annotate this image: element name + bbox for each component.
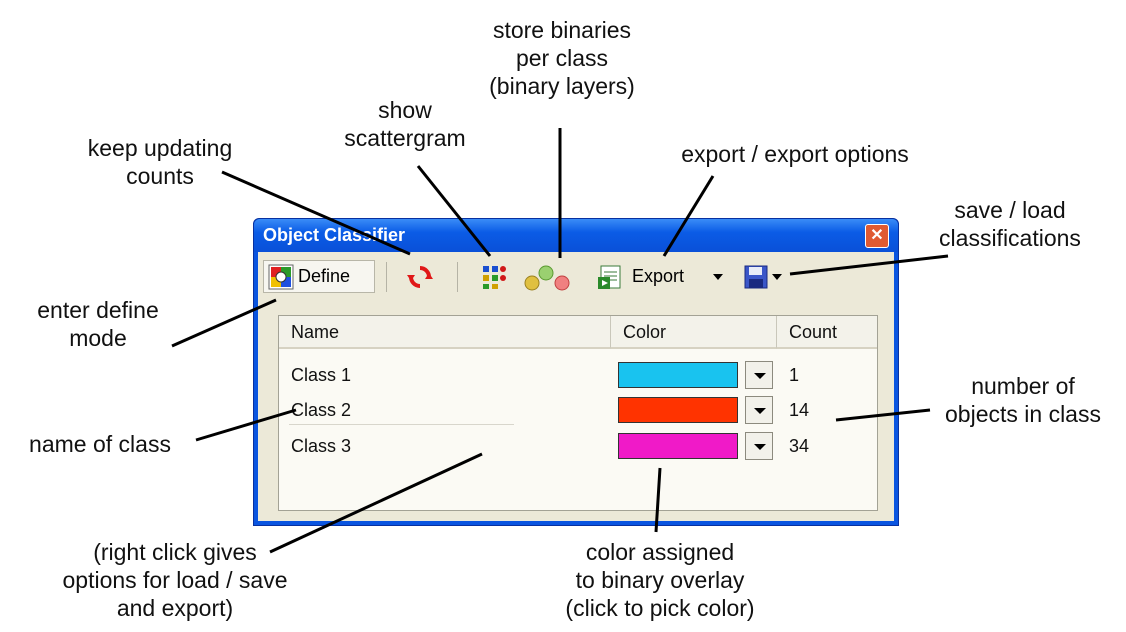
chevron-down-icon (713, 273, 723, 280)
annotation-color-assigned: color assigned to binary overlay (click … (530, 538, 790, 622)
annotation-line: store binaries (492, 17, 632, 43)
refresh-counts-icon (407, 264, 433, 290)
chevron-down-icon (772, 273, 782, 280)
toolbar-separator (457, 262, 458, 292)
annotation-line: counts (126, 163, 194, 189)
annotation-line: (click to pick color) (565, 595, 755, 621)
class-name-cell[interactable]: Class 2 (291, 400, 351, 421)
annotation-line: classifications (939, 225, 1081, 251)
define-label: Define (298, 266, 351, 286)
annotation-line: scattergram (344, 125, 466, 151)
color-swatch[interactable] (618, 362, 738, 388)
class-name-cell[interactable]: Class 3 (291, 436, 351, 457)
annotation-line: (binary layers) (489, 73, 635, 99)
scattergram-icon (481, 264, 507, 290)
column-header-name[interactable]: Name (279, 316, 611, 349)
export-button[interactable]: Export (598, 260, 728, 293)
annotation-line: (right click gives (93, 539, 257, 565)
window-title: Object Classifier (263, 225, 406, 245)
annotation-line: color assigned (585, 539, 735, 565)
row-divider (289, 424, 514, 425)
toolbar: Define Export (258, 252, 894, 302)
annotation-save-load: save / load classifications (910, 196, 1110, 252)
annotation-define-mode: enter define mode (8, 296, 188, 352)
annotation-line: mode (69, 325, 127, 351)
define-button[interactable]: Define (263, 260, 375, 293)
class-count-cell: 34 (789, 436, 810, 456)
object-classifier-window: Object Classifier ✕ Define Export Name C… (253, 218, 899, 526)
keep-updating-button[interactable] (404, 260, 436, 293)
class-count-cell: 14 (789, 400, 810, 420)
export-options-dropdown[interactable] (713, 260, 729, 293)
color-dropdown-button[interactable] (745, 361, 773, 389)
annotation-right-click: (right click gives options for load / sa… (30, 538, 320, 622)
close-icon: ✕ (870, 227, 884, 244)
close-button[interactable]: ✕ (865, 224, 889, 248)
show-scattergram-button[interactable] (478, 260, 510, 293)
annotation-line: objects in class (945, 401, 1101, 427)
color-dropdown-button[interactable] (745, 396, 773, 424)
annotation-show-scattergram: show scattergram (330, 96, 480, 152)
annotation-line: save / load (954, 197, 1066, 223)
annotation-number-objects: number of objects in class (918, 372, 1126, 428)
annotation-line: per class (515, 45, 609, 71)
annotation-line: to binary overlay (575, 567, 745, 593)
toolbar-separator (386, 262, 387, 292)
export-label: Export (632, 266, 685, 286)
annotation-line: and export) (116, 595, 234, 621)
define-mode-icon (268, 264, 294, 290)
save-load-dropdown[interactable] (772, 260, 786, 293)
annotation-line: enter define (37, 297, 159, 323)
color-dropdown-button[interactable] (745, 432, 773, 460)
annotation-store-binaries: store binaries per class (binary layers) (462, 16, 662, 100)
color-swatch[interactable] (618, 397, 738, 423)
save-load-button[interactable] (741, 260, 771, 293)
annotation-line: show (378, 97, 432, 123)
annotation-line: number of (971, 373, 1075, 399)
binary-layers-icon (522, 264, 574, 290)
annotation-name-of-class: name of class (2, 430, 198, 458)
annotation-line: name of class (29, 431, 171, 457)
title-bar[interactable]: Object Classifier ✕ (254, 219, 898, 252)
column-header-color[interactable]: Color (611, 316, 777, 349)
annotation-export-options: export / export options (645, 140, 945, 168)
annotation-line: export / export options (681, 141, 909, 167)
color-swatch[interactable] (618, 433, 738, 459)
class-name-cell[interactable]: Class 1 (291, 365, 351, 386)
store-binaries-button[interactable] (520, 260, 576, 293)
class-count-cell: 1 (789, 365, 800, 385)
floppy-disk-icon (743, 264, 769, 290)
window-body: Define Export Name Color Count Class 1 1… (258, 252, 894, 521)
export-icon (598, 264, 624, 290)
column-header-count[interactable]: Count (777, 316, 877, 349)
annotation-keep-updating: keep updating counts (50, 134, 270, 190)
annotation-line: keep updating (87, 135, 233, 161)
classes-table[interactable]: Name Color Count Class 1 1 Class 2 14 Cl… (278, 315, 878, 511)
annotation-line: options for load / save (62, 567, 288, 593)
